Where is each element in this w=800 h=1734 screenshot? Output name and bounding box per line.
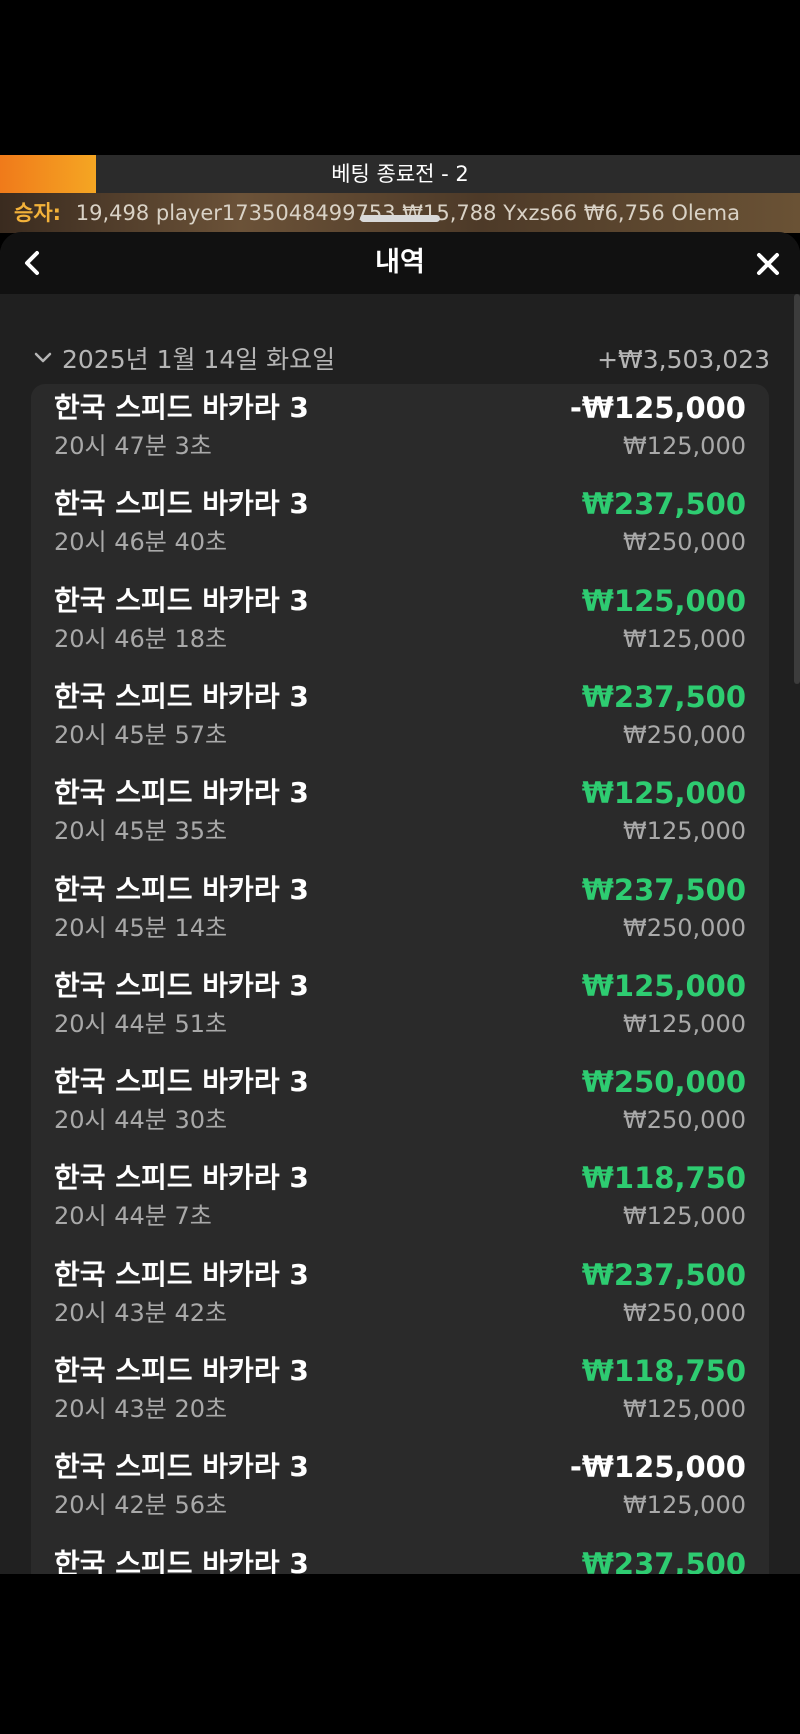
payout-amount: ₩237,500: [581, 1546, 746, 1574]
stake-amount: ₩250,000: [623, 720, 746, 749]
history-header: 내역: [0, 232, 800, 294]
stake-amount: ₩125,000: [623, 624, 746, 653]
stake-amount: ₩125,000: [623, 1395, 746, 1423]
betting-status-bar: 베팅 종료전 - 2: [0, 155, 800, 193]
history-row[interactable]: 한국 스피드 바카라 3 20시 47분 3초 -₩125,000 ₩125,000: [31, 384, 769, 480]
bet-time: 20시 45분 14초: [54, 913, 228, 942]
payout-amount: ₩118,750: [581, 1354, 746, 1388]
stake-amount: ₩125,000: [623, 1202, 746, 1231]
history-row[interactable]: 한국 스피드 바카라 3 20시 43분 20초 ₩118,750 ₩125,000: [31, 1347, 769, 1443]
history-row[interactable]: 한국 스피드 바카라 3 20시 44분 30초 ₩250,000 ₩250,000: [31, 1058, 769, 1154]
close-button[interactable]: [748, 244, 788, 284]
game-name: 한국 스피드 바카라 3: [54, 391, 309, 424]
history-row[interactable]: 한국 스피드 바카라 3 ₩237,500: [31, 1540, 769, 1574]
scrollbar[interactable]: [794, 294, 800, 684]
bet-time: 20시 44분 30초: [54, 1106, 228, 1135]
game-name: 한국 스피드 바카라 3: [54, 1065, 309, 1099]
winners-label: 승자:: [14, 201, 62, 225]
game-name: 한국 스피드 바카라 3: [54, 1257, 309, 1291]
game-name: 한국 스피드 바카라 3: [54, 679, 309, 713]
bet-time: 20시 43분 20초: [54, 1395, 228, 1423]
date-group-header[interactable]: 2025년 1월 14일 화요일 +₩3,503,023: [30, 340, 770, 380]
date-total: +₩3,503,023: [597, 345, 770, 374]
drag-handle[interactable]: [360, 215, 440, 222]
history-row[interactable]: 한국 스피드 바카라 3 20시 46분 18초 ₩125,000 ₩125,000: [31, 577, 769, 673]
history-row[interactable]: 한국 스피드 바카라 3 20시 43분 42초 ₩237,500 ₩250,000: [31, 1251, 769, 1347]
date-label: 2025년 1월 14일 화요일: [62, 345, 336, 374]
payout-amount: ₩125,000: [581, 776, 746, 811]
winners-ticker: 승자: 19,498 player1735048499753 ₩15,788 Y…: [0, 193, 800, 233]
history-list: 한국 스피드 바카라 3 20시 47분 3초 -₩125,000 ₩125,000 한…: [31, 384, 769, 1574]
bet-time: 20시 44분 51초: [54, 1009, 228, 1038]
bet-time: 20시 43분 42초: [54, 1298, 228, 1327]
history-row[interactable]: 한국 스피드 바카라 3 20시 44분 7초 ₩118,750 ₩125,000: [31, 1154, 769, 1250]
payout-amount: ₩125,000: [581, 968, 746, 1003]
history-row[interactable]: 한국 스피드 바카라 3 20시 45분 57초 ₩237,500 ₩250,000: [31, 673, 769, 769]
payout-amount: -₩125,000: [569, 1450, 746, 1485]
chevron-down-icon: [34, 352, 52, 363]
history-row[interactable]: 한국 스피드 바카라 3 20시 42분 56초 -₩125,000 ₩125,000: [31, 1443, 769, 1539]
panel-title: 내역: [375, 247, 425, 278]
history-row[interactable]: 한국 스피드 바카라 3 20시 46분 40초 ₩237,500 ₩250,000: [31, 480, 769, 576]
stake-amount: ₩250,000: [623, 913, 746, 942]
stake-amount: ₩250,000: [623, 528, 746, 557]
game-name: 한국 스피드 바카라 3: [54, 1354, 309, 1387]
payout-amount: ₩250,000: [581, 1065, 746, 1100]
history-row[interactable]: 한국 스피드 바카라 3 20시 45분 14초 ₩237,500 ₩250,000: [31, 866, 769, 962]
stake-amount: ₩125,000: [623, 1491, 746, 1520]
payout-amount: ₩237,500: [581, 1257, 746, 1292]
payout-amount: ₩237,500: [581, 487, 746, 522]
betting-status-label: 베팅 종료전 - 2: [331, 162, 469, 186]
close-icon: [757, 253, 779, 275]
bet-time: 20시 47분 3초: [54, 432, 212, 460]
game-name: 한국 스피드 바카라 3: [54, 583, 309, 617]
bet-time: 20시 42분 56초: [54, 1491, 228, 1520]
payout-amount: ₩237,500: [581, 872, 746, 907]
stake-amount: ₩125,000: [623, 817, 746, 846]
bet-time: 20시 44분 7초: [54, 1202, 212, 1231]
game-name: 한국 스피드 바카라 3: [54, 1450, 309, 1484]
bet-time: 20시 45분 57초: [54, 720, 228, 749]
game-name: 한국 스피드 바카라 3: [54, 872, 309, 906]
game-name: 한국 스피드 바카라 3: [54, 968, 309, 1002]
payout-amount: ₩125,000: [581, 583, 746, 618]
bet-time: 20시 45분 35초: [54, 817, 228, 846]
game-name: 한국 스피드 바카라 3: [54, 487, 309, 521]
stake-amount: ₩250,000: [623, 1106, 746, 1135]
game-name: 한국 스피드 바카라 3: [54, 776, 309, 810]
bet-time: 20시 46분 40초: [54, 528, 228, 557]
game-name: 한국 스피드 바카라 3: [54, 1546, 309, 1574]
history-row[interactable]: 한국 스피드 바카라 3 20시 45분 35초 ₩125,000 ₩125,000: [31, 769, 769, 865]
bet-time: 20시 46분 18초: [54, 624, 228, 653]
history-row[interactable]: 한국 스피드 바카라 3 20시 44분 51초 ₩125,000 ₩125,000: [31, 962, 769, 1058]
payout-amount: ₩237,500: [581, 679, 746, 714]
stake-amount: ₩250,000: [623, 1298, 746, 1327]
payout-amount: ₩118,750: [581, 1161, 746, 1196]
payout-amount: -₩125,000: [569, 391, 746, 425]
stake-amount: ₩125,000: [623, 1009, 746, 1038]
stake-amount: ₩125,000: [623, 432, 746, 460]
history-panel: 내역 2025년 1월 14일 화요일 +₩3,503,023 한국 스피드 바…: [0, 232, 800, 1574]
game-name: 한국 스피드 바카라 3: [54, 1161, 309, 1195]
